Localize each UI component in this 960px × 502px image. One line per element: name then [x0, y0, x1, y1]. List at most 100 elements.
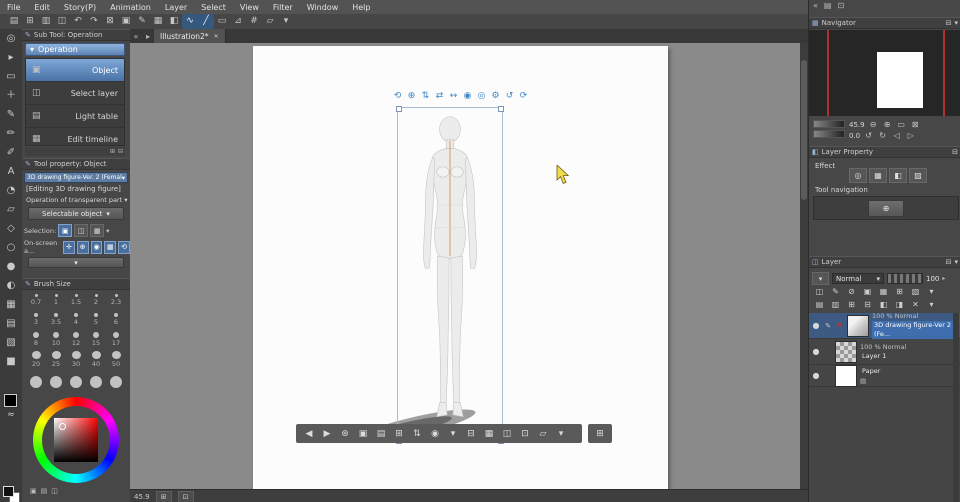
command-toolbar-icon[interactable]: ∿: [182, 14, 198, 29]
menu-item[interactable]: Filter: [266, 3, 300, 12]
tool-icon[interactable]: ◎: [7, 29, 16, 48]
tool-icon[interactable]: ▧: [6, 333, 15, 352]
tool-icon[interactable]: ▤: [6, 314, 15, 333]
effect-icon[interactable]: ▦: [869, 168, 887, 183]
layer-row-3d-figure[interactable]: ● ✎ ✕ 100 % Normal 3D drawing figure-Ver…: [809, 312, 960, 339]
tool-icon[interactable]: ✎: [7, 105, 15, 124]
menu-item[interactable]: Animation: [103, 3, 158, 12]
manipulation-icon[interactable]: ◎: [476, 91, 487, 101]
command-toolbar-icon[interactable]: ⊞: [22, 14, 38, 29]
command-toolbar-icon[interactable]: ▾: [278, 14, 294, 29]
layer-name[interactable]: 3D drawing figure-Ver 2 (Fe...: [872, 321, 959, 339]
menu-item[interactable]: Help: [345, 3, 377, 12]
navigator-header[interactable]: ▦ Navigator ⊟ ▾: [809, 17, 960, 29]
object-launcher-icon[interactable]: ⊡: [517, 429, 533, 439]
canvas-viewport[interactable]: ⟲ ⊕ ⇅ ⇄ ↔ ◉ ◎ ⚙ ↺ ⟳ ◀ ▶ ⊛ ▣ ▤ ⊞ ⇅ ◉ ▾ ⊟ …: [130, 43, 800, 489]
selectable-object-dropdown[interactable]: Selectable object ▾: [28, 207, 124, 220]
brush-size-swatch[interactable]: 50: [106, 351, 126, 368]
command-toolbar-icon[interactable]: ⊠: [102, 14, 118, 29]
tool-icon[interactable]: ▸: [8, 48, 13, 67]
color-picker-marker[interactable]: [59, 423, 66, 430]
canvas-scrollbar-thumb[interactable]: [801, 60, 807, 200]
command-toolbar-icon[interactable]: ✎: [134, 14, 150, 29]
manipulation-icon[interactable]: ⚙: [490, 91, 501, 101]
command-toolbar-icon[interactable]: ▣: [118, 14, 134, 29]
tool-property-header[interactable]: ✎ Tool property: Object: [22, 158, 130, 170]
panel-option-icon[interactable]: ▣: [30, 487, 37, 495]
manipulation-icon[interactable]: ◉: [462, 91, 473, 101]
layer-lock-icon[interactable]: ✎: [829, 287, 842, 296]
brush-size-swatch[interactable]: 15: [86, 332, 106, 349]
fit-window-icon[interactable]: ▭: [896, 120, 907, 129]
layer-name[interactable]: Layer 1: [860, 352, 959, 361]
menu-item[interactable]: Story(P): [57, 3, 103, 12]
object-launcher-icon[interactable]: ▣: [355, 429, 371, 439]
layer-command-icon[interactable]: ▾: [925, 300, 938, 309]
selection-mode-1[interactable]: ▣: [58, 224, 73, 237]
brush-size-swatch[interactable]: 20: [26, 351, 46, 368]
command-toolbar-icon[interactable]: ╱: [198, 14, 214, 29]
tool-icon[interactable]: ✐: [7, 143, 15, 162]
tool-icon[interactable]: ▭: [6, 67, 15, 86]
menu-item[interactable]: Edit: [27, 3, 57, 12]
hidden-property-dropdown[interactable]: ▾: [28, 257, 124, 268]
manipulation-icon[interactable]: ↔: [448, 91, 459, 101]
rotate-right-icon[interactable]: ↻: [877, 131, 888, 140]
gradient-tool-icon[interactable]: ≈: [1, 410, 21, 420]
onscreen-zoom-icon[interactable]: ⊕: [76, 240, 89, 254]
tool-navigation-button[interactable]: ⊕: [868, 199, 904, 217]
layer-row-layer1[interactable]: ● 100 % Normal Layer 1: [809, 339, 960, 365]
object-launcher-icon[interactable]: ◀: [301, 429, 317, 439]
manipulation-icon[interactable]: ⊕: [406, 91, 417, 101]
command-toolbar-icon[interactable]: ⊿: [230, 14, 246, 29]
actual-pixels-icon[interactable]: ⊠: [910, 120, 921, 129]
brush-size-swatch[interactable]: 17: [106, 332, 126, 349]
brush-size-swatch[interactable]: 10: [46, 332, 66, 349]
manipulation-icon[interactable]: ⟲: [392, 91, 403, 101]
visibility-eye-icon[interactable]: ●: [811, 371, 821, 380]
brush-size-swatch[interactable]: [30, 376, 42, 388]
navigator-sliders[interactable]: [813, 120, 845, 138]
minimize-icon[interactable]: ⊟: [946, 258, 952, 266]
blend-mode-dropdown[interactable]: Normal ▾: [832, 273, 884, 284]
object-launcher-icon[interactable]: ◫: [499, 429, 515, 439]
onscreen-target-icon[interactable]: ◉: [90, 240, 103, 254]
tool-icon[interactable]: ◔: [7, 181, 16, 200]
layer-lock-icon[interactable]: ⊘: [845, 287, 858, 296]
tool-icon[interactable]: ▦: [6, 295, 15, 314]
foreground-color-swatch[interactable]: [3, 393, 18, 408]
layer-list-scrollbar[interactable]: [953, 313, 959, 502]
selection-handle[interactable]: [498, 106, 504, 112]
brush-size-swatch[interactable]: [90, 376, 102, 388]
brush-size-swatch[interactable]: [110, 376, 122, 388]
flip-horizontal-icon[interactable]: ◁: [891, 131, 902, 140]
layer-thumbnail[interactable]: [847, 314, 869, 337]
layer-lock-icon[interactable]: ▾: [925, 287, 938, 296]
object-launcher-icon[interactable]: ⊛: [337, 429, 353, 439]
brush-size-swatch[interactable]: 12: [66, 332, 86, 349]
subtool-item-light-table[interactable]: ▤ Light table: [26, 105, 124, 128]
layer-command-icon[interactable]: ▤: [813, 300, 826, 309]
layer-property-header[interactable]: ◧ Layer Property ⊟: [809, 146, 960, 158]
subtool-item-select-layer[interactable]: ◫ Select layer: [26, 82, 124, 105]
navigator-preview[interactable]: [809, 30, 960, 116]
object-launcher-icon[interactable]: ⊟: [463, 429, 479, 439]
brush-size-swatch[interactable]: 5: [86, 313, 106, 330]
object-launcher-icon[interactable]: ⊞: [391, 429, 407, 439]
layer-command-icon[interactable]: ◨: [893, 300, 906, 309]
manipulation-icon[interactable]: ↺: [504, 91, 515, 101]
tool-icon[interactable]: ▱: [7, 200, 15, 219]
onscreen-move-icon[interactable]: ✛: [63, 240, 75, 254]
layer-command-icon[interactable]: ◧: [877, 300, 890, 309]
brush-size-swatch[interactable]: 2: [86, 294, 106, 311]
onscreen-rotate-icon[interactable]: ⟲: [118, 240, 130, 254]
palette-color-icon[interactable]: ▾: [812, 272, 829, 285]
layer-thumbnail[interactable]: [835, 340, 857, 363]
layer-thumbnail[interactable]: [835, 364, 857, 387]
brush-size-swatch[interactable]: 8: [26, 332, 46, 349]
subtool-group-operation[interactable]: ▾ Operation: [25, 43, 125, 56]
menu-item[interactable]: View: [233, 3, 266, 12]
manipulation-icon[interactable]: ⇄: [434, 91, 445, 101]
menu-item[interactable]: File: [0, 3, 27, 12]
panel-option-icon[interactable]: ▤: [41, 487, 48, 495]
